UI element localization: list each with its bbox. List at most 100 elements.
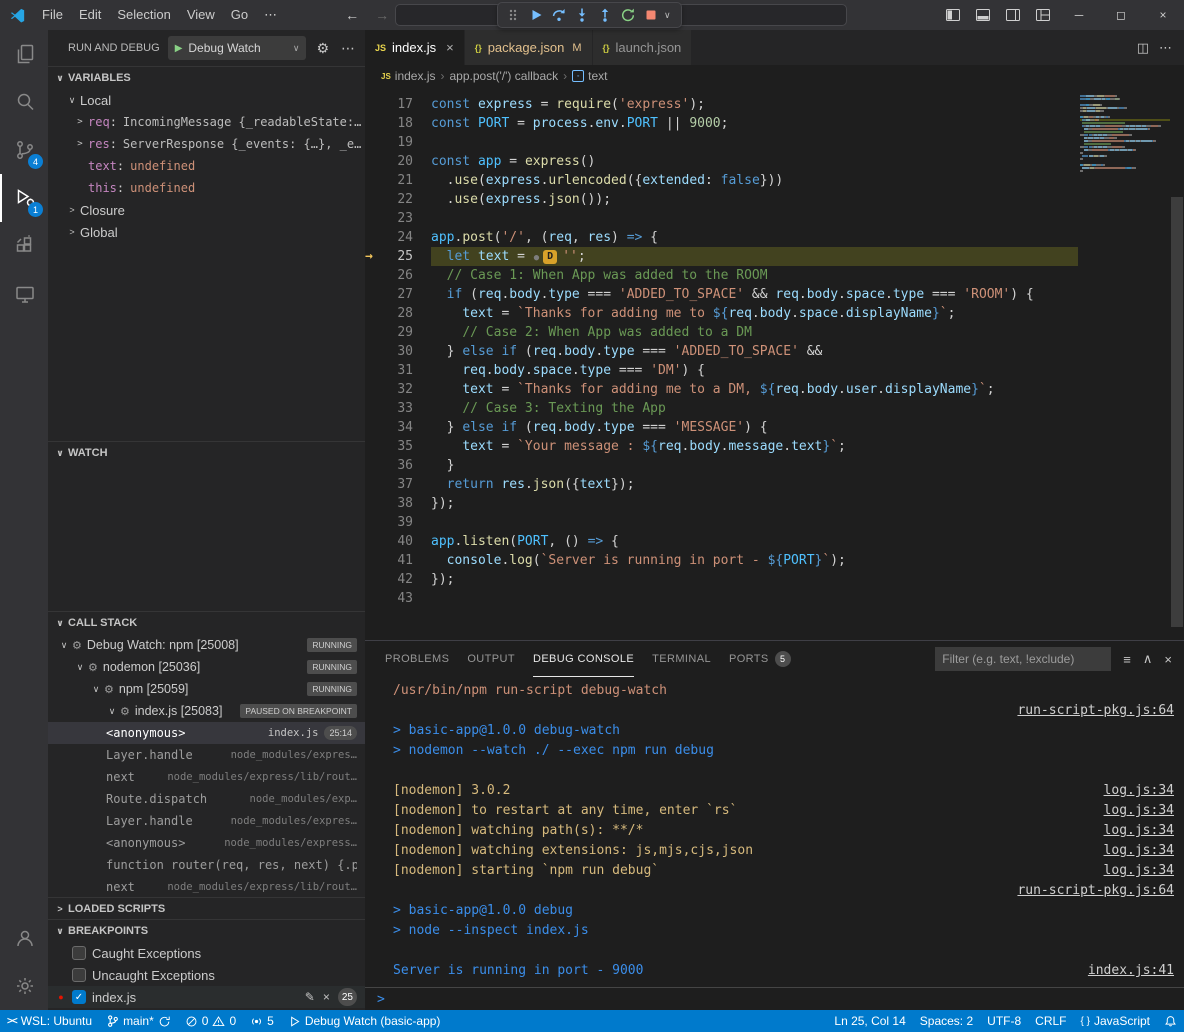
menu-file[interactable]: File <box>34 0 71 30</box>
window-maximize-button[interactable]: ◻ <box>1100 0 1142 30</box>
customize-layout-icon[interactable] <box>1028 0 1058 30</box>
code-line-19[interactable]: 19 <box>365 133 1184 152</box>
code-line-23[interactable]: 23 <box>365 209 1184 228</box>
variables-header[interactable]: ∨ VARIABLES <box>48 67 365 89</box>
variable-row[interactable]: text:undefined <box>48 155 365 177</box>
line-number[interactable]: 32 <box>383 380 413 399</box>
source-location-link[interactable]: log.js:34 <box>1104 821 1174 841</box>
statusbar-debug-session[interactable]: Debug Watch (basic-app) <box>281 1010 448 1032</box>
statusbar-remote[interactable]: >< WSL: Ubuntu <box>0 1010 99 1032</box>
statusbar-branch[interactable]: main* <box>99 1010 178 1032</box>
source-location-link[interactable]: log.js:34 <box>1104 841 1174 861</box>
statusbar-line-col[interactable]: Ln 25, Col 14 <box>827 1010 912 1032</box>
code-line-30[interactable]: 30 } else if (req.body.type === 'ADDED_T… <box>365 342 1184 361</box>
editor-scrollbar[interactable] <box>1170 87 1184 640</box>
activity-explorer[interactable] <box>0 30 48 78</box>
debug-session-row[interactable]: ∨⚙index.js [25083]PAUSED ON BREAKPOINT <box>48 700 365 722</box>
breakpoint-checkbox[interactable]: ✓ <box>72 990 86 1004</box>
source-location-link[interactable]: log.js:34 <box>1104 861 1174 881</box>
code-line-32[interactable]: 32 text = `Thanks for adding me to a DM,… <box>365 380 1184 399</box>
debug-settings-gear-icon[interactable]: ⚙ <box>314 40 331 57</box>
source-location-link[interactable]: run-script-pkg.js:64 <box>1017 701 1174 721</box>
statusbar-indentation[interactable]: Spaces: 2 <box>913 1010 980 1032</box>
code-line-29[interactable]: 29 // Case 2: When App was added to a DM <box>365 323 1184 342</box>
code-line-34[interactable]: 34 } else if (req.body.type === 'MESSAGE… <box>365 418 1184 437</box>
activity-settings[interactable] <box>0 962 48 1010</box>
code-line-17[interactable]: 17const express = require('express'); <box>365 95 1184 114</box>
variable-row[interactable]: >req:IncomingMessage {_readableState: … <box>48 111 365 133</box>
stack-frame-row[interactable]: function router(req, res, next) {.pr… <box>48 854 365 876</box>
line-number[interactable]: 31 <box>383 361 413 380</box>
sidebar-more-actions-icon[interactable]: ⋯ <box>339 40 357 57</box>
panel-tab-terminal[interactable]: TERMINAL <box>652 641 711 677</box>
minimap[interactable] <box>1080 95 1170 176</box>
code-line-36[interactable]: 36 } <box>365 456 1184 475</box>
activity-extensions[interactable] <box>0 222 48 270</box>
loaded-scripts-header[interactable]: > LOADED SCRIPTS <box>48 898 365 919</box>
statusbar-notifications[interactable] <box>1157 1010 1184 1032</box>
debug-configuration-dropdown[interactable]: ▶ Debug Watch ∨ <box>168 36 307 60</box>
debug-session-row[interactable]: ∨⚙nodemon [25036]RUNNING <box>48 656 365 678</box>
code-line-24[interactable]: 24app.post('/', (req, res) => { <box>365 228 1184 247</box>
breakpoint-checkbox[interactable] <box>72 968 86 982</box>
window-minimize-button[interactable]: ─ <box>1058 0 1100 30</box>
line-number[interactable]: 37 <box>383 475 413 494</box>
breadcrumb-item[interactable]: JSindex.js <box>381 69 435 83</box>
toggle-panel-icon[interactable] <box>968 0 998 30</box>
line-number[interactable]: 30 <box>383 342 413 361</box>
debug-console-output[interactable]: /usr/bin/npm run-script debug-watchrun-s… <box>365 677 1184 987</box>
menu-edit[interactable]: Edit <box>71 0 109 30</box>
line-number[interactable]: 26 <box>383 266 413 285</box>
breakpoints-header[interactable]: ∨ BREAKPOINTS <box>48 920 365 942</box>
watch-header[interactable]: ∨ WATCH <box>48 442 365 464</box>
call-stack-header[interactable]: ∨ CALL STACK <box>48 612 365 634</box>
line-number[interactable]: 43 <box>383 589 413 608</box>
code-line-37[interactable]: 37 return res.json({text}); <box>365 475 1184 494</box>
stack-frame-row[interactable]: <anonymous>node_modules/express… <box>48 832 365 854</box>
start-debug-icon[interactable]: ▶ <box>175 43 183 54</box>
debug-step-into-button[interactable] <box>572 5 592 25</box>
line-number[interactable]: 25 <box>383 247 413 266</box>
line-number[interactable]: 42 <box>383 570 413 589</box>
toggle-sidebar-icon[interactable] <box>938 0 968 30</box>
activity-accounts[interactable] <box>0 914 48 962</box>
statusbar-encoding[interactable]: UTF-8 <box>980 1010 1028 1032</box>
statusbar-language[interactable]: { } JavaScript <box>1074 1010 1158 1032</box>
line-number[interactable]: 23 <box>383 209 413 228</box>
debug-continue-button[interactable] <box>526 5 546 25</box>
source-location-link[interactable]: run-script-pkg.js:64 <box>1017 881 1174 901</box>
breadcrumb-item[interactable]: ◦text <box>572 69 607 83</box>
code-line-42[interactable]: 42}); <box>365 570 1184 589</box>
debug-stop-dropdown-icon[interactable]: ∨ <box>664 10 676 21</box>
line-number[interactable]: 33 <box>383 399 413 418</box>
panel-tab-output[interactable]: OUTPUT <box>467 641 515 677</box>
variables-scope-closure[interactable]: >Closure <box>48 199 365 221</box>
code-line-31[interactable]: 31 req.body.space.type === 'DM') { <box>365 361 1184 380</box>
line-number[interactable]: 20 <box>383 152 413 171</box>
activity-remote-explorer[interactable] <box>0 270 48 318</box>
code-line-40[interactable]: 40app.listen(PORT, () => { <box>365 532 1184 551</box>
debug-stop-button[interactable] <box>641 5 661 25</box>
breakpoint-row[interactable]: Caught Exceptions <box>48 942 365 964</box>
scrollbar-thumb[interactable] <box>1171 197 1183 627</box>
stack-frame-row[interactable]: nextnode_modules/express/lib/rout… <box>48 766 365 788</box>
code-line-41[interactable]: 41 console.log(`Server is running in por… <box>365 551 1184 570</box>
stack-frame-row[interactable]: nextnode_modules/express/lib/rout… <box>48 876 365 897</box>
debug-session-row[interactable]: ∨⚙Debug Watch: npm [25008]RUNNING <box>48 634 365 656</box>
code-line-21[interactable]: 21 .use(express.urlencoded({extended: fa… <box>365 171 1184 190</box>
line-number[interactable]: 39 <box>383 513 413 532</box>
split-editor-icon[interactable]: ◫ <box>1137 40 1149 56</box>
breakpoint-row[interactable]: ●✓index.js✎×25 <box>48 986 365 1008</box>
variable-row[interactable]: >res:ServerResponse {_events: {…}, _ev… <box>48 133 365 155</box>
activity-run-and-debug[interactable]: 1 <box>0 174 48 222</box>
code-line-20[interactable]: 20const app = express() <box>365 152 1184 171</box>
line-number[interactable]: 41 <box>383 551 413 570</box>
line-number[interactable]: 17 <box>383 95 413 114</box>
debug-restart-button[interactable] <box>618 5 638 25</box>
line-number[interactable]: 24 <box>383 228 413 247</box>
debug-step-out-button[interactable] <box>595 5 615 25</box>
menu-view[interactable]: View <box>179 0 223 30</box>
code-line-27[interactable]: 27 if (req.body.type === 'ADDED_TO_SPACE… <box>365 285 1184 304</box>
code-line-43[interactable]: 43 <box>365 589 1184 608</box>
nav-back-icon[interactable]: ← <box>345 7 359 23</box>
